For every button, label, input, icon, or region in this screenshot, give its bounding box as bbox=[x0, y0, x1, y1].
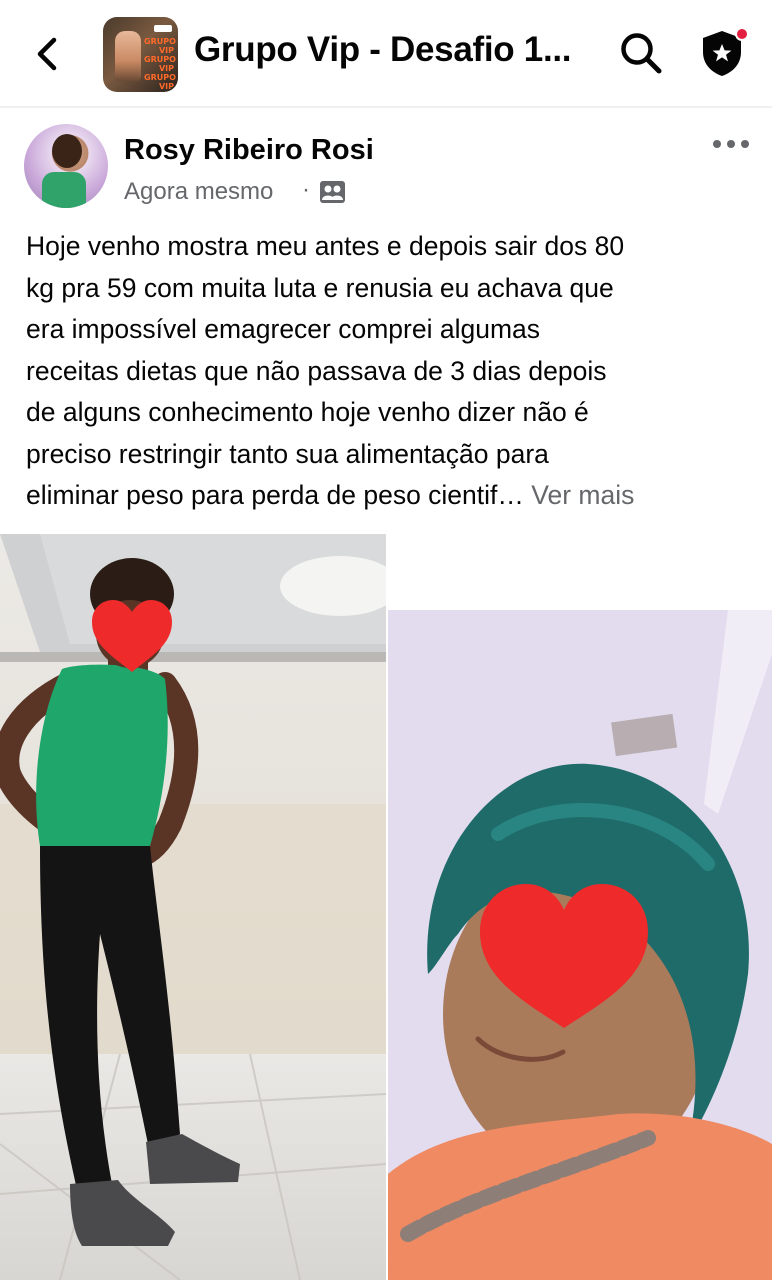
post-photo-before[interactable] bbox=[0, 534, 386, 1280]
notification-dot bbox=[735, 27, 749, 41]
group-members-icon bbox=[320, 181, 345, 203]
author-avatar[interactable] bbox=[24, 124, 108, 208]
before-photo-illustration bbox=[0, 534, 386, 1280]
group-title[interactable]: Grupo Vip - Desafio 1... bbox=[194, 30, 594, 70]
post-photo-after[interactable] bbox=[388, 534, 772, 1280]
post-text-line: Hoje venho mostra meu antes e depois sai… bbox=[26, 231, 625, 261]
thumbnail-text: GRUPO VIP GRUPO VIP GRUPO VIP bbox=[144, 37, 176, 91]
post-timestamp[interactable]: Agora mesmo bbox=[124, 178, 273, 206]
more-horizontal-icon[interactable] bbox=[712, 134, 750, 154]
thumbnail-person bbox=[115, 31, 141, 81]
post-text-line: receitas dietas que não passava de 3 dia… bbox=[26, 355, 607, 386]
post-text-last-line: eliminar peso para perda de peso cientif… bbox=[26, 475, 756, 517]
back-arrow-icon[interactable] bbox=[30, 34, 66, 74]
admin-shield-star-icon[interactable] bbox=[698, 26, 750, 80]
post-text-line: era impossível emagrecer comprei algumas bbox=[26, 314, 541, 344]
post-text-line: de alguns conhecimento hoje venho dizer … bbox=[26, 397, 589, 427]
after-photo-illustration bbox=[388, 534, 772, 1280]
post-text-line: kg pra 59 com muita luta e renusia eu ac… bbox=[26, 272, 614, 303]
post-text-truncated: eliminar peso para perda de peso cientif… bbox=[26, 480, 524, 510]
top-bar: GRUPO VIP GRUPO VIP GRUPO VIP Grupo Vip … bbox=[0, 0, 772, 108]
post-body: Hoje venho mostra meu antes e depois sai… bbox=[26, 226, 756, 517]
thumbnail-badge bbox=[154, 25, 172, 32]
timestamp-separator: · bbox=[302, 176, 310, 203]
search-icon[interactable] bbox=[618, 30, 664, 76]
author-name[interactable]: Rosy Ribeiro Rosi bbox=[124, 134, 374, 167]
avatar-top bbox=[42, 172, 86, 208]
see-more-link[interactable]: Ver mais bbox=[531, 480, 634, 510]
post-text-line: preciso restringir tanto sua alimentação… bbox=[26, 438, 549, 469]
group-thumbnail[interactable]: GRUPO VIP GRUPO VIP GRUPO VIP bbox=[103, 17, 178, 92]
avatar-hair bbox=[52, 134, 82, 168]
